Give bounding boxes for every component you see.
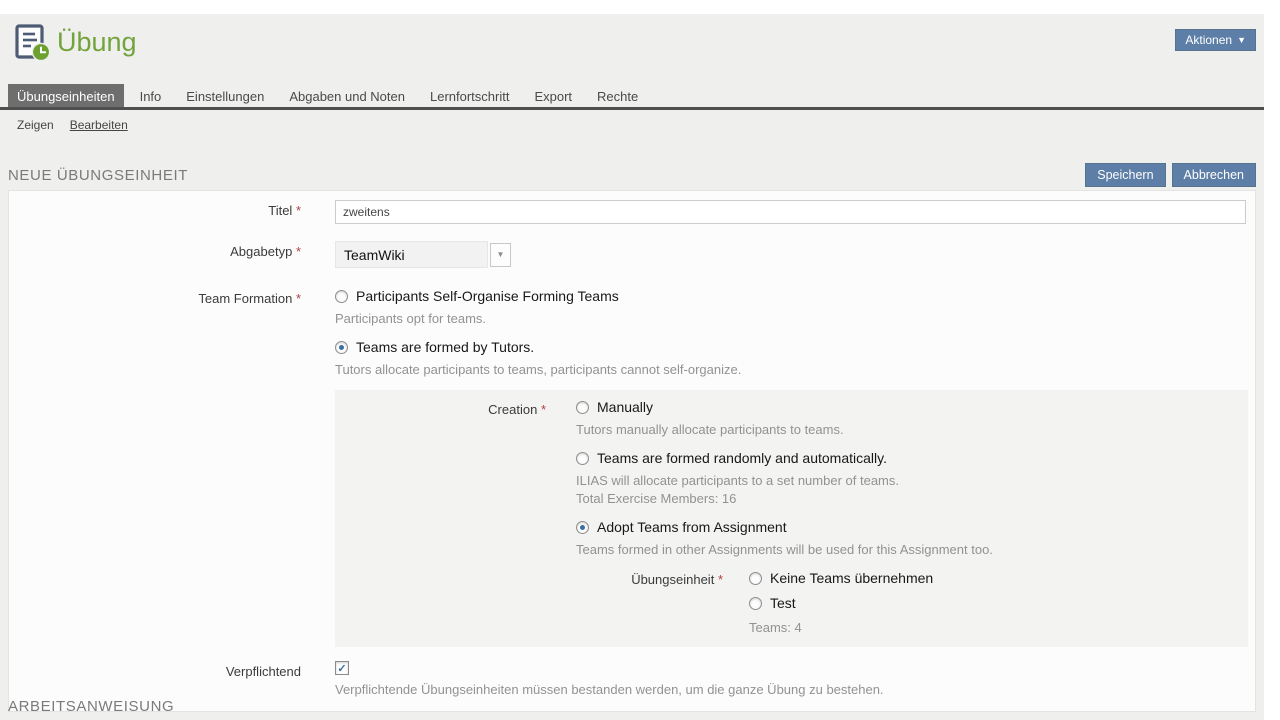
- radio-icon[interactable]: [749, 572, 762, 585]
- verpflichtend-helper-text: Verpflichtende Übungseinheiten müssen be…: [335, 682, 1255, 697]
- page-header: Übung Aktionen ▼: [0, 14, 1264, 84]
- tab-lernfortschritt[interactable]: Lernfortschritt: [421, 84, 518, 107]
- form-row-creation: Creation * Manually Tutors manually allo…: [335, 399, 1248, 635]
- required-marker: *: [296, 291, 301, 306]
- required-marker: *: [541, 402, 546, 417]
- teams-count-text: Teams: 4: [749, 620, 933, 635]
- option-helper-text: Tutors allocate participants to teams, p…: [335, 362, 1255, 377]
- radio-option-self-organise[interactable]: Participants Self-Organise Forming Teams: [335, 288, 1255, 304]
- option-helper-text: Tutors manually allocate participants to…: [576, 422, 1248, 437]
- form-row-verpflichtend: Verpflichtend ✓ Verpflichtende Übungsein…: [9, 661, 1255, 697]
- creation-label: Creation *: [335, 399, 546, 635]
- arbeitsanweisung-heading: ARBEITSANWEISUNG: [8, 698, 174, 715]
- sub-tab-bar: Zeigen Bearbeiten: [0, 118, 128, 132]
- form-row-uebungseinheit: Übungseinheit * Keine Teams übernehmen: [576, 570, 1248, 635]
- option-helper-text: Teams formed in other Assignments will b…: [576, 542, 1248, 557]
- chevron-down-icon: ▼: [497, 250, 505, 259]
- total-exercise-members-text: Total Exercise Members: 16: [576, 491, 1248, 506]
- chevron-down-icon: ▼: [1237, 36, 1246, 45]
- form-section-header: NEUE ÜBUNGSEINHEIT Speichern Abbrechen: [8, 162, 1256, 188]
- radio-icon-checked[interactable]: [576, 521, 589, 534]
- radio-icon[interactable]: [749, 597, 762, 610]
- exercise-object-icon: [14, 24, 51, 67]
- required-marker: *: [718, 572, 723, 587]
- subtab-bearbeiten[interactable]: Bearbeiten: [70, 118, 128, 132]
- radio-icon[interactable]: [335, 290, 348, 303]
- form-command-buttons: Speichern Abbrechen: [1085, 163, 1256, 187]
- titel-input[interactable]: [335, 200, 1246, 224]
- verpflichtend-label: Verpflichtend: [9, 661, 301, 697]
- titel-label: Titel *: [9, 200, 301, 224]
- form-row-team-formation: Team Formation * Participants Self-Organ…: [9, 288, 1255, 647]
- radio-icon-checked[interactable]: [335, 341, 348, 354]
- cancel-button[interactable]: Abbrechen: [1172, 163, 1256, 187]
- actions-dropdown-button[interactable]: Aktionen ▼: [1175, 29, 1256, 51]
- radio-option-teams-by-tutors[interactable]: Teams are formed by Tutors.: [335, 339, 1255, 355]
- form-row-titel: Titel *: [9, 191, 1255, 224]
- form-heading: NEUE ÜBUNGSEINHEIT: [8, 167, 188, 184]
- tab-uebungseinheiten[interactable]: Übungseinheiten: [8, 84, 124, 107]
- uebungseinheit-label: Übungseinheit *: [576, 570, 723, 635]
- required-marker: *: [296, 203, 301, 218]
- abgabetyp-selected-value[interactable]: TeamWiki: [335, 241, 488, 268]
- abgabetyp-label: Abgabetyp *: [9, 241, 301, 268]
- radio-icon[interactable]: [576, 401, 589, 414]
- radio-icon[interactable]: [576, 452, 589, 465]
- radio-option-test[interactable]: Test: [749, 595, 933, 611]
- page-background: Übung Aktionen ▼ Übungseinheiten Info Ei…: [0, 14, 1264, 720]
- checkmark-icon: ✓: [337, 662, 346, 675]
- option-helper-text: ILIAS will allocate participants to a se…: [576, 473, 1248, 488]
- tab-info[interactable]: Info: [131, 84, 171, 107]
- subtab-zeigen[interactable]: Zeigen: [17, 118, 54, 132]
- creation-subpanel: Creation * Manually Tutors manually allo…: [335, 390, 1248, 647]
- radio-option-random[interactable]: Teams are formed randomly and automatica…: [576, 450, 1248, 466]
- tab-rechte[interactable]: Rechte: [588, 84, 647, 107]
- select-dropdown-button[interactable]: ▼: [490, 243, 511, 267]
- save-button[interactable]: Speichern: [1085, 163, 1165, 187]
- main-tab-bar: Übungseinheiten Info Einstellungen Abgab…: [0, 84, 1264, 110]
- tab-export[interactable]: Export: [525, 84, 581, 107]
- new-exercise-unit-form: Titel * Abgabetyp * TeamWiki ▼: [8, 190, 1256, 712]
- team-formation-label: Team Formation *: [9, 288, 301, 647]
- page-title: Übung: [57, 27, 137, 58]
- radio-option-keine-teams[interactable]: Keine Teams übernehmen: [749, 570, 933, 586]
- radio-option-adopt-teams[interactable]: Adopt Teams from Assignment: [576, 519, 1248, 535]
- abgabetyp-select[interactable]: TeamWiki ▼: [335, 241, 1255, 268]
- radio-option-manually[interactable]: Manually: [576, 399, 1248, 415]
- required-marker: *: [296, 244, 301, 259]
- option-helper-text: Participants opt for teams.: [335, 311, 1255, 326]
- tab-einstellungen[interactable]: Einstellungen: [177, 84, 273, 107]
- verpflichtend-checkbox-checked[interactable]: ✓: [335, 661, 349, 675]
- form-row-abgabetyp: Abgabetyp * TeamWiki ▼: [9, 241, 1255, 268]
- tab-abgaben-und-noten[interactable]: Abgaben und Noten: [280, 84, 414, 107]
